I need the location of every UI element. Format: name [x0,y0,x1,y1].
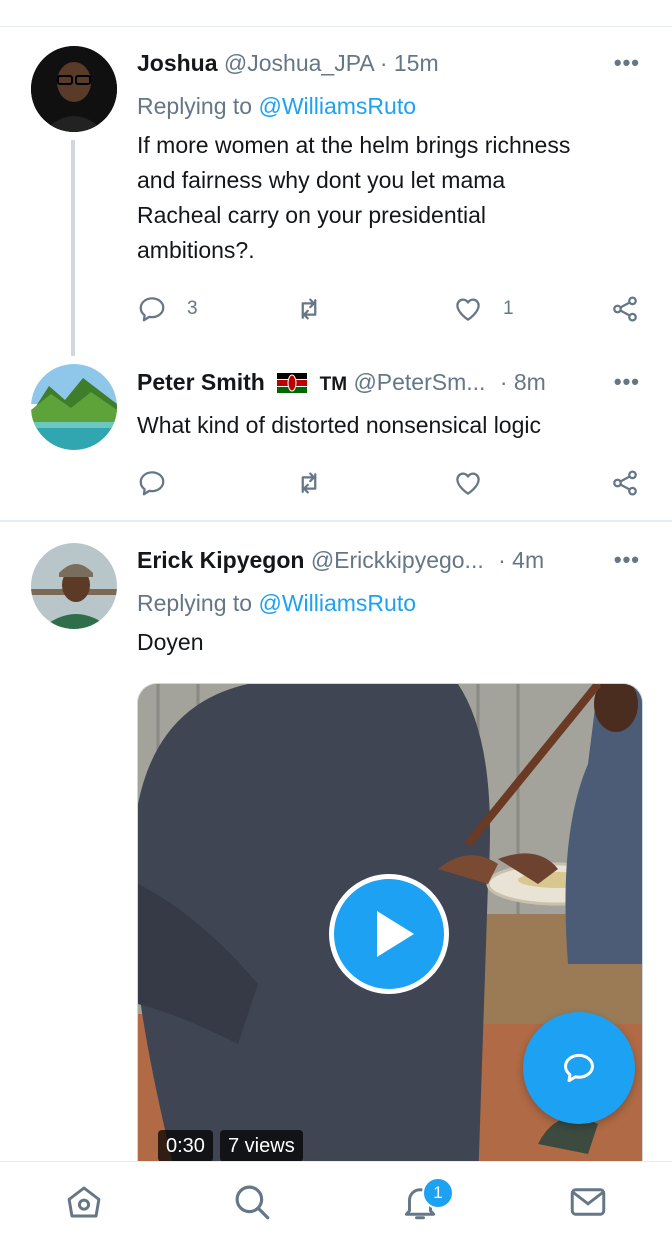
retweet-icon [301,472,317,494]
retweet-icon [301,298,317,320]
like-button[interactable]: 1 [453,291,514,327]
share-icon [613,470,637,496]
share-icon [613,296,637,322]
top-edge [0,0,672,27]
display-name[interactable]: Peter Smith [137,369,265,395]
envelope-icon [570,1188,606,1216]
tweet-header: Erick Kipyegon @Erickkipyego... · 4m [137,545,632,575]
replying-label: Replying to [137,93,253,119]
mention-link[interactable]: @WilliamsRuto [258,93,416,119]
replying-to: Replying to @WilliamsRuto [137,588,416,618]
avatar-joshua[interactable] [31,46,117,132]
tweet-header: Peter Smith TM @PeterSm... · 8m [137,367,632,400]
reply-icon [139,471,165,496]
play-icon [377,911,414,957]
reply-icon [139,297,165,322]
play-button[interactable] [329,874,449,994]
heart-icon [456,298,480,321]
share-button[interactable] [610,291,640,327]
heart-icon [456,472,480,495]
search-icon [235,1185,270,1220]
display-name[interactable]: Erick Kipyegon [137,547,304,573]
user-handle[interactable]: @Joshua_JPA [224,50,374,76]
tweet-text: What kind of distorted nonsensical logic [137,412,541,438]
tweet-actions: 3 1 [137,291,642,327]
retweet-button[interactable] [294,465,324,501]
replying-label: Replying to [137,590,253,616]
more-options-button[interactable]: ••• [614,369,640,395]
nav-messages[interactable] [566,1180,610,1224]
notification-badge: 1 [422,1177,454,1209]
reply-button[interactable]: 3 [137,291,198,327]
retweet-button[interactable] [294,291,324,327]
replying-to: Replying to @WilliamsRuto [137,91,416,121]
user-handle[interactable]: @Erickkipyego... [311,547,484,573]
tweet-text-line: and fairness why dont you let mama [137,167,506,193]
home-icon [67,1186,101,1218]
timestamp[interactable]: · 15m [380,50,439,76]
avatar-peter-smith[interactable] [31,364,117,450]
tweet-actions [137,465,642,501]
display-name[interactable]: Joshua [137,50,218,76]
reply-button[interactable] [137,465,167,501]
bottom-navigation [0,1161,672,1238]
more-options-button[interactable]: ••• [614,547,640,573]
like-button[interactable] [453,465,483,501]
reply-count: 3 [187,298,198,319]
thread-line [71,140,75,356]
tweet-divider [0,520,672,522]
video-views: 7 views [220,1130,303,1162]
more-options-button[interactable]: ••• [614,50,640,76]
tweet-header: Joshua @Joshua_JPA · 15m [137,48,632,78]
tweet-text-line: ambitions?. [137,237,255,263]
user-handle[interactable]: @PeterSm... [353,369,485,395]
kenya-flag-icon [277,370,308,393]
timestamp[interactable]: · 8m [500,369,546,395]
avatar-erick-kipyegon[interactable] [31,543,117,629]
tweet-text: Doyen [137,629,204,655]
like-count: 1 [503,298,514,319]
tweet-text: If more women at the helm brings richnes… [137,128,647,268]
name-suffix: TM [319,374,348,395]
share-button[interactable] [610,465,640,501]
mention-link[interactable]: @WilliamsRuto [258,590,416,616]
nav-search[interactable] [230,1180,274,1224]
tweet-text-line: Racheal carry on your presidential [137,202,487,228]
reply-icon [564,1053,594,1083]
tweet-text-line: If more women at the helm brings richnes… [137,132,571,158]
video-duration: 0:30 [158,1130,213,1162]
timestamp[interactable]: · 4m [498,547,544,573]
compose-reply-button[interactable] [523,1012,635,1124]
nav-home[interactable] [62,1180,106,1224]
